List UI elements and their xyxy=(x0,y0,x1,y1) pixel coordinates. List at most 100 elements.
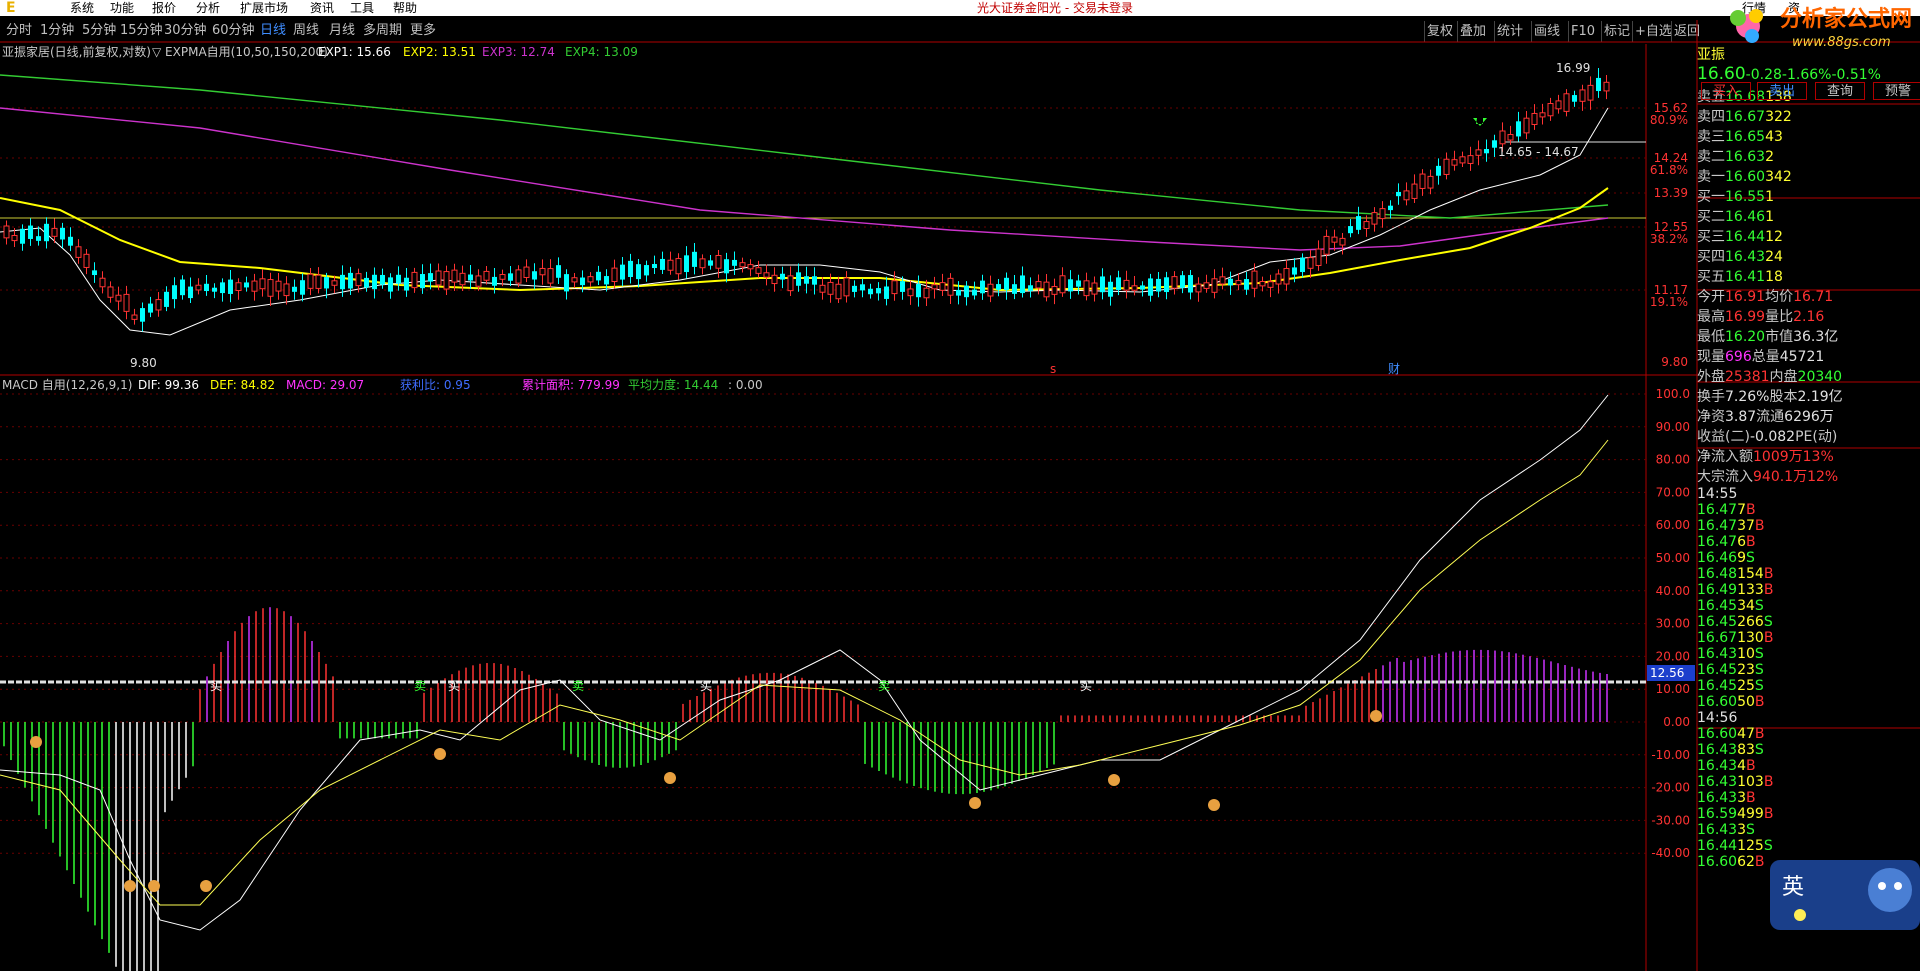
tick-side: B xyxy=(1763,806,1774,822)
candle-body-down xyxy=(596,271,601,281)
ime-floating-icon[interactable]: 英 xyxy=(1770,860,1920,930)
price-axis-label: 38.2% xyxy=(1650,232,1688,246)
candle-body-up xyxy=(131,314,138,320)
chart-canvas[interactable]: 15.6280.9%14.2461.8%13.3912.5538.2%11.17… xyxy=(0,0,1920,971)
candle-body-up xyxy=(587,276,594,283)
money-bag-icon xyxy=(200,880,212,892)
macd-axis-label: 40.00 xyxy=(1656,584,1690,598)
tick-side: B xyxy=(1754,694,1765,710)
stat-key: 市值 xyxy=(1765,329,1794,345)
candle-body-up xyxy=(259,278,266,290)
stat-key: 净资 xyxy=(1697,409,1725,425)
ask-price: 16.63 xyxy=(1725,149,1766,165)
stat-value: 2.16 xyxy=(1793,309,1825,325)
candle-body-up xyxy=(1443,158,1450,175)
candle-body-up xyxy=(1267,281,1274,288)
money-bag-icon xyxy=(664,772,676,784)
candle-body-up xyxy=(891,280,898,295)
candle-body-up xyxy=(1379,208,1386,220)
candle-body-up xyxy=(195,284,202,291)
action-button-2[interactable]: 查询 xyxy=(1815,82,1865,100)
tick-price: 16.43 xyxy=(1697,742,1738,758)
action-button-1[interactable]: 卖出 xyxy=(1757,82,1807,100)
candle-body-down xyxy=(636,264,641,280)
site-logo-url: www.88gs.com xyxy=(1792,35,1891,50)
tick-volume: 7 xyxy=(1737,502,1747,518)
bid-price: 16.44 xyxy=(1725,229,1766,245)
tick-side: B xyxy=(1746,790,1756,806)
candle-body-up xyxy=(1219,276,1226,285)
sell-signal-label: 卖 xyxy=(572,679,584,693)
candle-body-down xyxy=(372,274,377,290)
tick-volume: 9 xyxy=(1737,550,1747,566)
price-axis-label: 13.39 xyxy=(1654,186,1688,200)
candle-body-down xyxy=(164,291,169,307)
candle-body-down xyxy=(1436,165,1441,176)
cai-marker: 财 xyxy=(1388,362,1400,376)
candle-body-up xyxy=(747,264,754,270)
candle-body-down xyxy=(1140,285,1145,290)
macd-axis-label: -30.00 xyxy=(1651,813,1690,827)
bid-label: 买四 xyxy=(1697,249,1725,265)
candle-body-down xyxy=(140,308,145,322)
tick-side: B xyxy=(1763,774,1774,790)
candle-body-down xyxy=(20,228,25,244)
candle-body-up xyxy=(547,268,554,284)
bid-row: 买一16.551 xyxy=(1697,186,1920,206)
stock-name: 亚振 xyxy=(1697,47,1725,63)
stat-row: 最高16.99量比2.16 xyxy=(1697,306,1920,326)
candle-body-down xyxy=(1156,278,1161,292)
low-price-label: 9.80 xyxy=(130,356,157,370)
tick-price: 16.47 xyxy=(1697,534,1738,550)
tick-price: 16.67 xyxy=(1697,630,1738,646)
candle-body-up xyxy=(307,273,314,289)
stat-key: 外盘 xyxy=(1697,369,1725,385)
candle-body-down xyxy=(1492,140,1497,148)
candle-body-down xyxy=(812,276,817,285)
tick-price: 16.47 xyxy=(1697,518,1738,534)
tick-price: 16.49 xyxy=(1697,582,1738,598)
candle-body-up xyxy=(1283,267,1290,285)
candle-body-down xyxy=(428,273,433,282)
stat-row: 收益(二)-0.082PE(动) xyxy=(1697,426,1920,446)
candle-body-up xyxy=(1131,285,1138,291)
candle-body-down xyxy=(60,227,65,240)
candle-body-down xyxy=(1108,281,1113,297)
stat-key: 最高 xyxy=(1697,309,1725,325)
candle-body-down xyxy=(180,279,185,296)
candle-body-up xyxy=(1475,149,1482,156)
tick-side: S xyxy=(1754,646,1764,662)
buy-signal-label: 买 xyxy=(448,679,460,693)
candle-body-up xyxy=(1451,159,1458,166)
candle-body-up xyxy=(267,279,274,297)
indicator-name: ▽ EXPMA自用(10,50,150,200) xyxy=(152,45,328,59)
tick-row: 16.4383S xyxy=(1697,742,1920,758)
candle-body-up xyxy=(1459,156,1466,164)
candle-body-down xyxy=(364,277,369,288)
price-axis-label: 19.1% xyxy=(1650,295,1688,309)
indicator-label: EXPMA自用(10,50,150,200) xyxy=(165,45,328,59)
candle-body-down xyxy=(1572,95,1577,102)
candle-body-down xyxy=(492,276,497,286)
exp1-label: EXP1: 15.66 xyxy=(318,45,391,59)
macd-axis-label: 30.00 xyxy=(1656,617,1690,631)
candle-body-up xyxy=(835,283,842,300)
candle-body-up xyxy=(1531,112,1538,125)
candle-body-down xyxy=(980,280,985,294)
candle-body-up xyxy=(1579,89,1586,102)
tick-row: 16.4525S xyxy=(1697,678,1920,694)
current-price: 16.60 xyxy=(1697,64,1746,84)
candle-body-up xyxy=(275,280,282,292)
flow-key: 大宗流入 xyxy=(1697,469,1753,485)
candle-body-down xyxy=(388,277,393,292)
ask-volume: 322 xyxy=(1765,109,1792,125)
force-label: 平均力度: 14.44 xyxy=(628,378,719,392)
candle-body-down xyxy=(1180,275,1185,288)
candle-body-up xyxy=(1211,278,1218,293)
stat-row: 今开16.91均价16.71 xyxy=(1697,286,1920,306)
action-button-3[interactable]: 预警 xyxy=(1873,82,1920,100)
action-button-0[interactable]: 买入 xyxy=(1701,82,1751,100)
candle-body-down xyxy=(804,276,809,284)
bid-row: 买五16.4118 xyxy=(1697,266,1920,286)
tick-side: S xyxy=(1763,614,1773,630)
